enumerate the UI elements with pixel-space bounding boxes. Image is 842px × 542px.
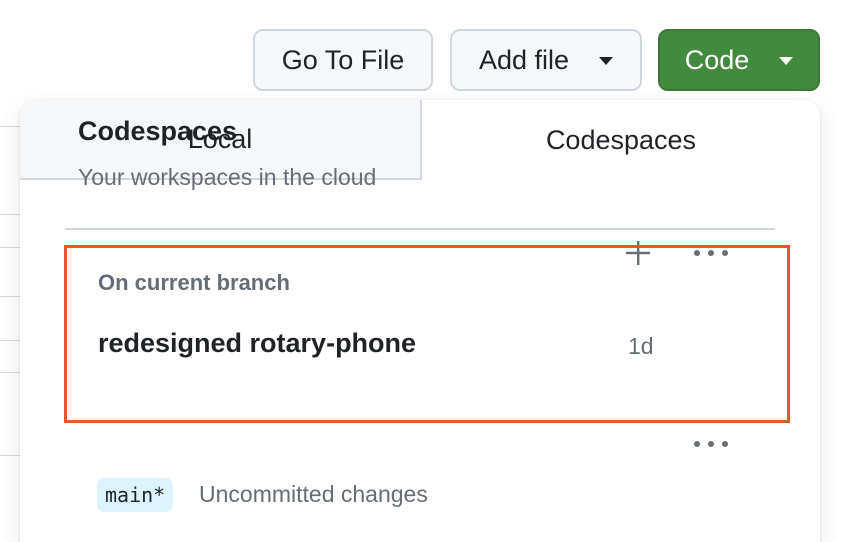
codespace-name-link[interactable]: redesigned rotary-phone — [98, 328, 416, 359]
background-row-divider — [0, 340, 22, 341]
add-file-label: Add file — [478, 44, 570, 75]
triangle-down-icon — [599, 57, 614, 65]
section-divider — [65, 228, 775, 230]
tab-codespaces[interactable]: Codespaces — [422, 100, 820, 180]
add-file-button[interactable]: Add file — [450, 29, 642, 91]
background-row-divider — [0, 214, 22, 215]
code-button[interactable]: Code — [658, 29, 820, 91]
triangle-down-icon — [779, 57, 794, 65]
codespaces-heading: Codespaces — [78, 116, 238, 146]
background-row-divider — [0, 247, 22, 248]
branch-badge: main* — [97, 478, 174, 512]
codespaces-subtitle: Your workspaces in the cloud — [78, 164, 377, 190]
tab-codespaces-label: Codespaces — [545, 124, 697, 155]
background-row-divider — [0, 372, 22, 373]
background-row-divider — [0, 296, 22, 297]
codespace-more-button[interactable] — [689, 422, 733, 466]
go-to-file-button[interactable]: Go To File — [253, 29, 433, 91]
kebab-horizontal-icon — [694, 441, 728, 447]
section-label: On current branch — [98, 270, 290, 295]
page: Go To File Add file Code Local Codespace… — [0, 0, 842, 542]
background-row-divider — [0, 126, 22, 127]
uncommitted-changes-status: Uncommitted changes — [199, 481, 428, 507]
code-label: Code — [684, 44, 750, 75]
codespace-age: 1d — [628, 333, 654, 359]
background-row-divider — [0, 455, 22, 456]
go-to-file-label: Go To File — [281, 44, 405, 75]
